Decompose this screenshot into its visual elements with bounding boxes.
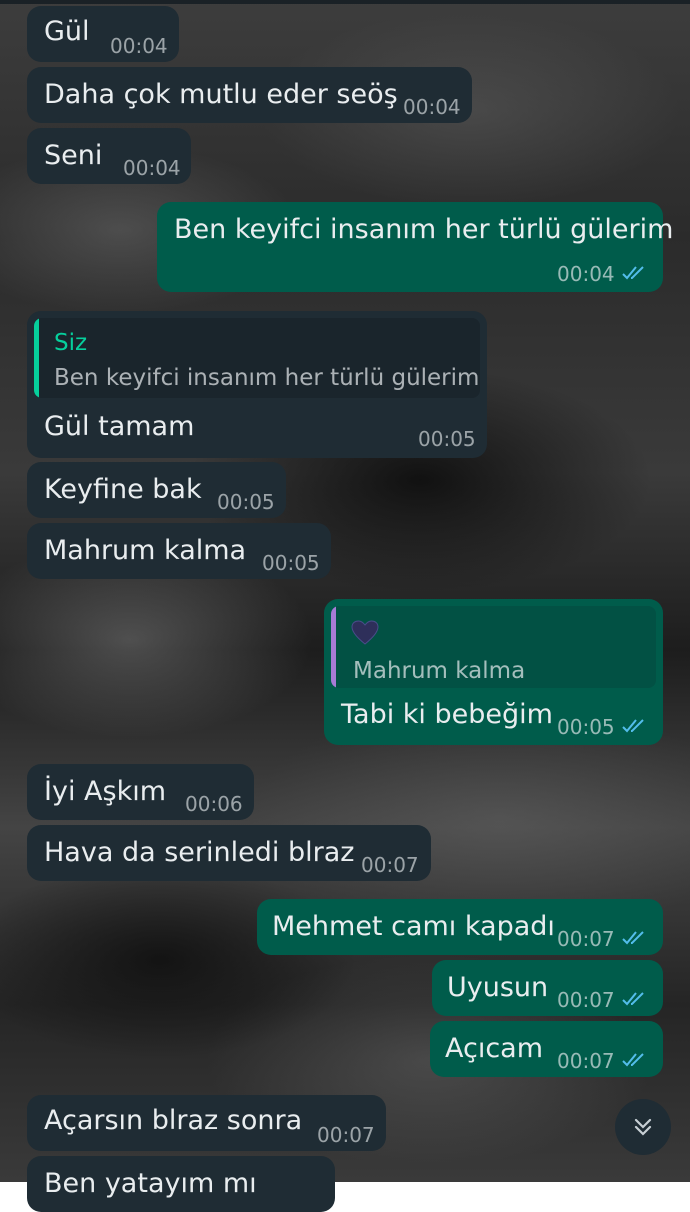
quote-bar bbox=[331, 606, 336, 688]
message-incoming[interactable]: Hava da serinledi blraz 00:07 bbox=[27, 825, 431, 881]
message-text: Hava da serinledi blraz bbox=[44, 837, 355, 868]
message-incoming-reply[interactable]: Siz Ben keyifci insanım her türlü güleri… bbox=[27, 311, 487, 458]
message-time: 00:07 bbox=[557, 927, 615, 951]
message-time: 00:04 bbox=[123, 156, 181, 180]
message-incoming[interactable]: Daha çok mutlu eder seöş 00:04 bbox=[27, 67, 472, 123]
message-outgoing[interactable]: Uyusun 00:07 bbox=[432, 960, 663, 1016]
scroll-to-bottom-button[interactable] bbox=[615, 1099, 671, 1155]
message-text: Gül tamam bbox=[44, 411, 195, 442]
message-time: 00:05 bbox=[557, 715, 615, 739]
read-check-icon bbox=[622, 719, 644, 733]
message-outgoing[interactable]: Mehmet camı kapadı 00:07 bbox=[257, 899, 663, 955]
message-incoming[interactable]: Açarsın blraz sonra 00:07 bbox=[27, 1095, 386, 1151]
heart-icon bbox=[351, 620, 379, 645]
message-incoming[interactable]: Gül 00:04 bbox=[27, 6, 179, 62]
read-check-icon bbox=[622, 992, 644, 1006]
quote-text: Mahrum kalma bbox=[353, 658, 526, 684]
message-time: 00:05 bbox=[262, 551, 320, 575]
message-time: 00:07 bbox=[317, 1123, 375, 1147]
message-text: İyi Aşkım bbox=[44, 776, 167, 807]
quoted-message[interactable]: Siz Ben keyifci insanım her türlü güleri… bbox=[34, 318, 480, 398]
message-outgoing[interactable]: Ben keyifci insanım her türlü gülerim 00… bbox=[157, 202, 673, 292]
message-text: Seni bbox=[44, 140, 103, 171]
message-time: 00:05 bbox=[418, 427, 476, 451]
message-outgoing[interactable]: Açıcam 00:07 bbox=[430, 1021, 663, 1077]
message-time: 00:04 bbox=[557, 262, 615, 286]
message-text: Mehmet camı kapadı bbox=[272, 911, 555, 942]
read-check-icon bbox=[622, 931, 644, 945]
message-text: Tabi ki bebeğim bbox=[341, 699, 553, 730]
message-time: 00:06 bbox=[185, 792, 243, 816]
top-bar-edge bbox=[0, 0, 690, 4]
message-text: Ben yatayım mı bbox=[44, 1168, 257, 1199]
quote-author: Siz bbox=[54, 330, 88, 356]
message-incoming[interactable]: Mahrum kalma 00:05 bbox=[27, 523, 331, 579]
message-time: 00:07 bbox=[557, 988, 615, 1012]
message-incoming[interactable]: Keyfine bak 00:05 bbox=[27, 462, 286, 518]
message-time: 00:07 bbox=[361, 853, 419, 877]
read-check-icon bbox=[622, 266, 644, 280]
double-chevron-down-icon bbox=[634, 1118, 652, 1136]
message-text: Açarsın blraz sonra bbox=[44, 1105, 303, 1136]
message-outgoing-reply[interactable]: Mahrum kalma Tabi ki bebeğim 00:05 bbox=[324, 599, 663, 745]
read-check-icon bbox=[622, 1053, 644, 1067]
message-text: Daha çok mutlu eder seöş bbox=[44, 79, 398, 110]
message-time: 00:07 bbox=[557, 1049, 615, 1073]
message-text: Keyfine bak bbox=[44, 474, 202, 505]
message-time: 00:04 bbox=[110, 34, 168, 58]
message-time: 00:04 bbox=[403, 95, 461, 119]
message-text: Mahrum kalma bbox=[44, 535, 247, 566]
message-text: Gül bbox=[44, 16, 90, 47]
message-text: Uyusun bbox=[447, 972, 549, 1003]
quote-bar bbox=[34, 318, 39, 398]
message-time: 00:05 bbox=[217, 490, 275, 514]
quoted-message[interactable]: Mahrum kalma bbox=[331, 606, 656, 688]
message-incoming[interactable]: İyi Aşkım 00:06 bbox=[27, 764, 254, 820]
quote-text: Ben keyifci insanım her türlü gülerim bbox=[54, 365, 480, 391]
message-text: Ben keyifci insanım her türlü gülerim bbox=[174, 214, 674, 245]
message-incoming[interactable]: Ben yatayım mı bbox=[27, 1156, 335, 1212]
message-text: Açıcam bbox=[445, 1033, 544, 1064]
message-incoming[interactable]: Seni 00:04 bbox=[27, 128, 191, 184]
